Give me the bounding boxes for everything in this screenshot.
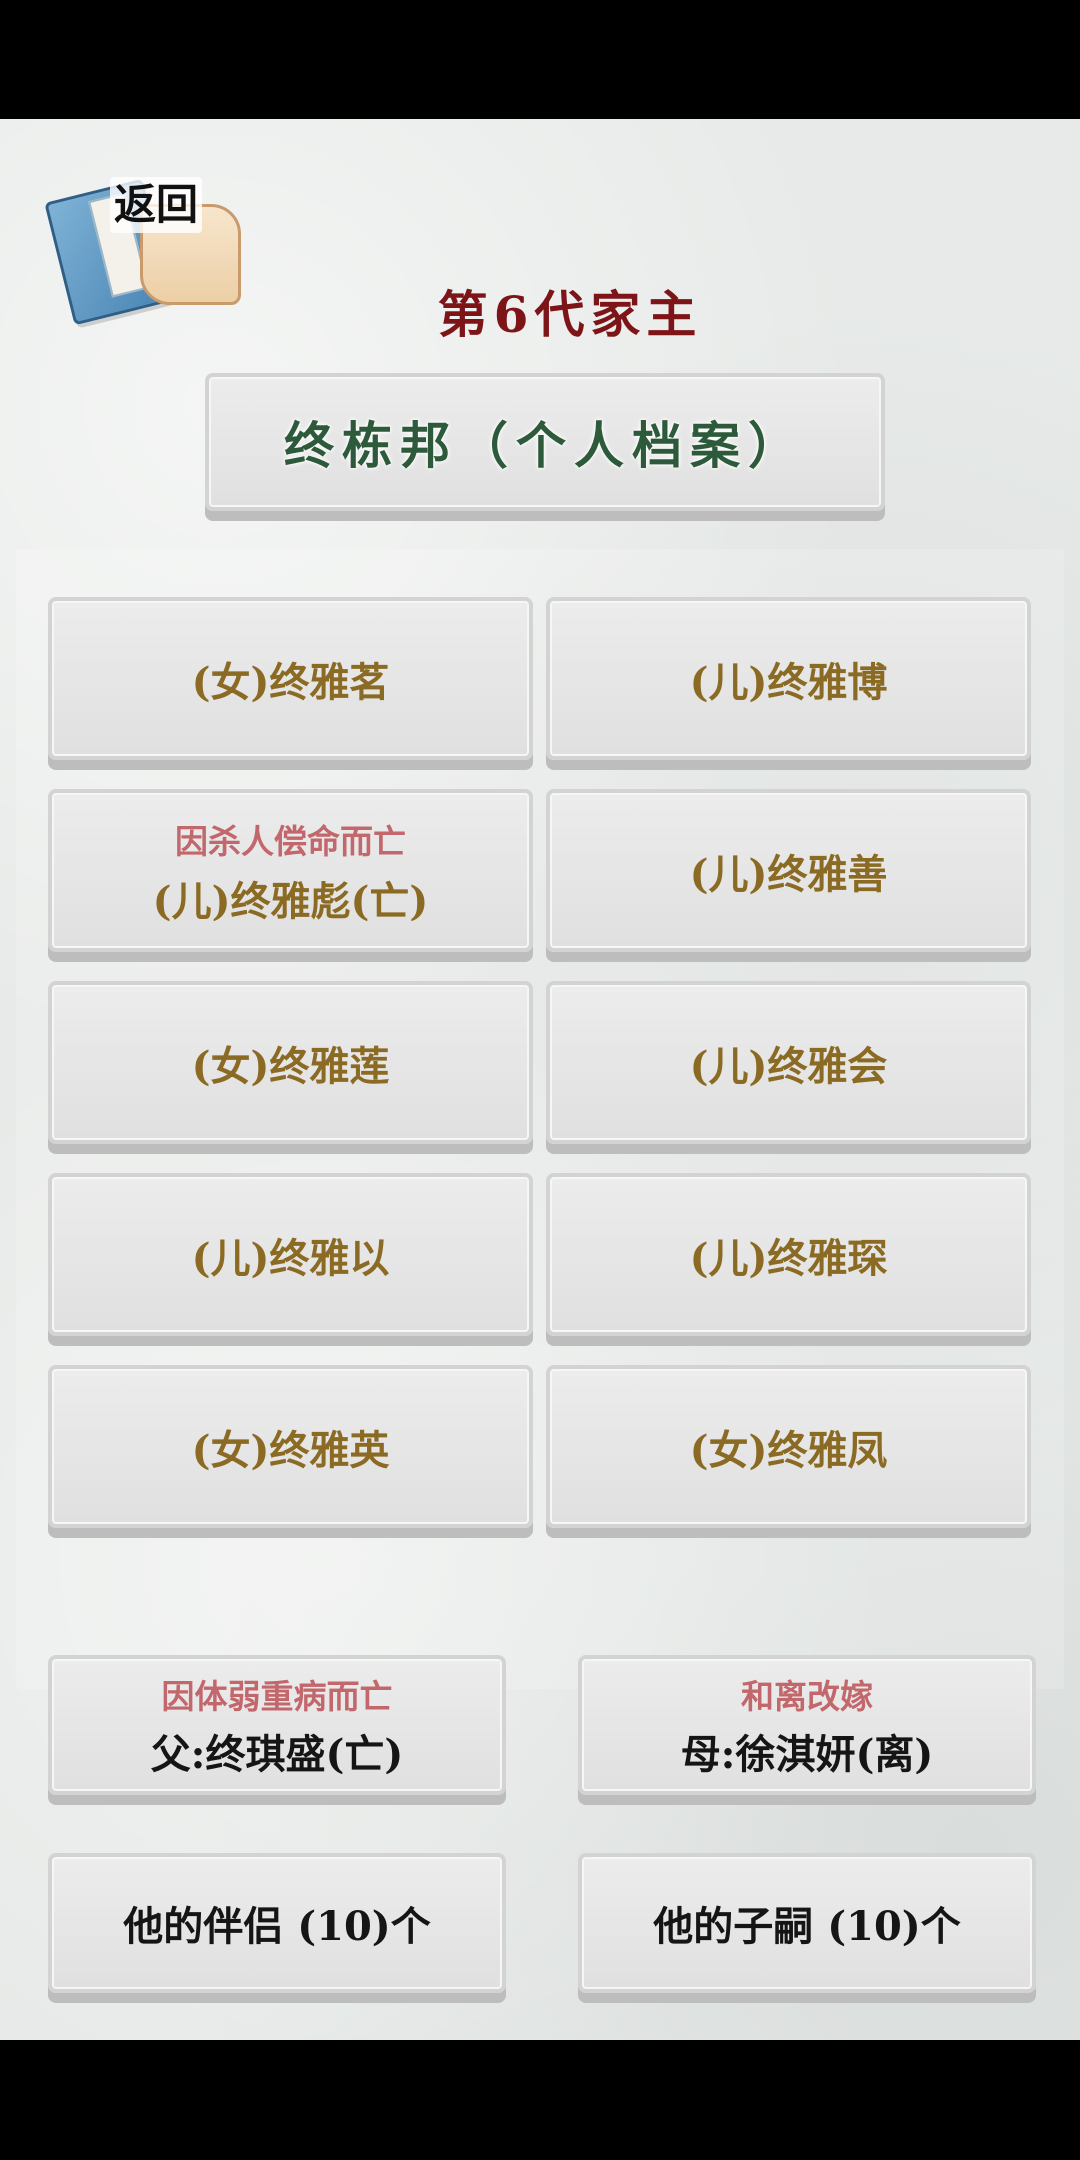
children-label: 他的子嗣 (10)个 <box>653 1903 961 1950</box>
partners-button[interactable]: 他的伴侣 (10)个 <box>48 1853 506 1993</box>
child-name: (女)终雅茗 <box>191 658 390 706</box>
father-death-note: 因体弱重病而亡 <box>161 1677 393 1716</box>
children-button[interactable]: 他的子嗣 (10)个 <box>578 1853 1036 1993</box>
game-screen: 返回 第6代家主 终栋邦（个人档案） (女)终雅茗 (儿)终雅博 因杀人偿命而亡… <box>0 119 1080 2040</box>
child-name: (儿)终雅彪(亡) <box>152 877 429 925</box>
child-name: (儿)终雅以 <box>191 1234 390 1282</box>
child-button[interactable]: (女)终雅凤 <box>546 1365 1031 1528</box>
child-button[interactable]: (儿)终雅博 <box>546 597 1031 760</box>
mother-name: 母:徐淇妍(离) <box>680 1731 934 1778</box>
child-button[interactable]: (儿)终雅会 <box>546 981 1031 1144</box>
child-death-note: 因杀人偿命而亡 <box>175 821 406 861</box>
father-name: 父:终琪盛(亡) <box>150 1731 404 1778</box>
profile-title-panel: 终栋邦（个人档案） <box>205 373 885 511</box>
child-button[interactable]: (女)终雅莲 <box>48 981 533 1144</box>
mother-button[interactable]: 和离改嫁 母:徐淇妍(离) <box>578 1655 1036 1795</box>
child-button[interactable]: (女)终雅茗 <box>48 597 533 760</box>
child-name: (女)终雅英 <box>191 1426 390 1474</box>
child-name: (儿)终雅善 <box>689 850 888 898</box>
child-button[interactable]: (儿)终雅善 <box>546 789 1031 952</box>
child-name: (儿)终雅博 <box>689 658 888 706</box>
child-button[interactable]: (女)终雅英 <box>48 1365 533 1528</box>
back-label: 返回 <box>110 177 203 233</box>
child-button[interactable]: (儿)终雅以 <box>48 1173 533 1336</box>
partners-label: 他的伴侣 (10)个 <box>123 1903 431 1950</box>
child-button[interactable]: (儿)终雅琛 <box>546 1173 1031 1336</box>
mother-status-note: 和离改嫁 <box>741 1677 873 1716</box>
child-name: (女)终雅莲 <box>191 1042 390 1090</box>
profile-title: 终栋邦（个人档案） <box>284 416 806 475</box>
generation-title: 第6代家主 <box>437 285 703 344</box>
child-button[interactable]: 因杀人偿命而亡 (儿)终雅彪(亡) <box>48 789 533 952</box>
child-name: (儿)终雅会 <box>689 1042 888 1090</box>
child-name: (儿)终雅琛 <box>689 1234 888 1282</box>
father-button[interactable]: 因体弱重病而亡 父:终琪盛(亡) <box>48 1655 506 1795</box>
child-name: (女)终雅凤 <box>689 1426 888 1474</box>
